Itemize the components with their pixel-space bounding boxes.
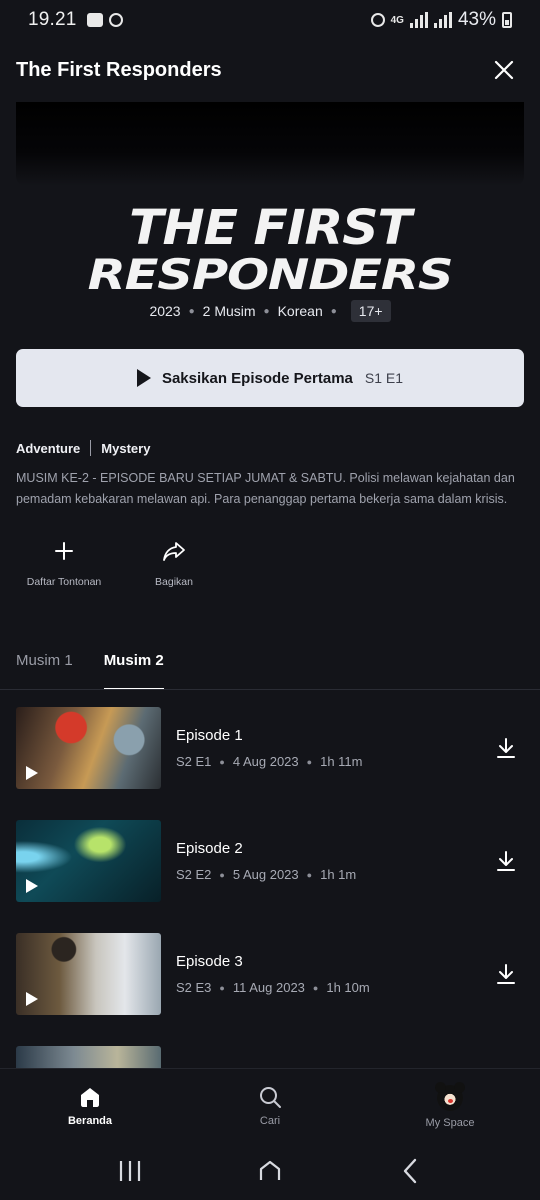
episode-meta: S2 E1 ● 4 Aug 2023 ● 1h 11m [176, 754, 363, 769]
action-row: Daftar Tontonan Bagikan [16, 538, 214, 588]
episode-code: S2 E1 [176, 754, 212, 769]
status-time: 19.21 [28, 9, 77, 30]
nav-my-space-label: My Space [425, 1117, 475, 1129]
download-icon [497, 851, 515, 871]
download-icon [497, 738, 515, 758]
header: The First Responders [16, 50, 524, 90]
home-button[interactable] [240, 1151, 300, 1191]
download-icon [497, 964, 515, 984]
play-icon [26, 992, 38, 1006]
signal-icon-2 [433, 12, 452, 28]
app-notification-icon [108, 13, 123, 27]
hero-image [16, 102, 524, 186]
episode-thumbnail[interactable] [16, 933, 161, 1015]
signal-icon [409, 12, 428, 28]
battery-icon [502, 12, 512, 28]
logo-line-1: THE FIRST [129, 200, 412, 256]
watch-button-label: Saksikan Episode Pertama [161, 369, 353, 387]
tab-season-1[interactable]: Musim 1 [16, 640, 73, 690]
episode-duration: 1h 10m [326, 980, 370, 995]
home-icon [81, 1088, 99, 1107]
share-label: Bagikan [155, 576, 193, 588]
episode-thumbnail[interactable] [16, 1046, 161, 1068]
close-icon [494, 60, 514, 80]
play-icon [136, 369, 151, 387]
alarm-icon [370, 13, 385, 27]
network-type: 4G [390, 14, 404, 26]
recent-apps-button[interactable] [100, 1151, 160, 1191]
play-icon [26, 766, 38, 780]
nav-home-label: Beranda [67, 1115, 113, 1127]
avatar [435, 1082, 465, 1111]
back-icon [403, 1158, 417, 1184]
watchlist-label: Daftar Tontonan [26, 576, 102, 588]
plus-icon [55, 542, 73, 560]
nav-search-label: Cari [259, 1115, 281, 1127]
genre-list: Adventure Mystery [16, 440, 150, 456]
battery-percent: 43% [457, 9, 496, 30]
meta-language: Korean [277, 303, 323, 319]
genre-divider [90, 440, 92, 456]
episode-title: Episode 2 [176, 840, 243, 857]
tab-season-2[interactable]: Musim 2 [103, 640, 164, 690]
logo-line-2: RESPONDERS [87, 250, 454, 299]
age-rating-badge: 17+ [350, 300, 391, 322]
play-icon [26, 879, 38, 893]
season-tabs: Musim 1 Musim 2 [16, 640, 164, 690]
episode-thumbnail[interactable] [16, 707, 161, 789]
recent-apps-icon [119, 1161, 141, 1181]
genre-item: Mystery [101, 440, 151, 456]
share-button[interactable]: Bagikan [134, 538, 214, 588]
nav-my-space[interactable]: My Space [360, 1069, 540, 1142]
episode-code: S2 E2 [176, 867, 212, 882]
episode-date: 11 Aug 2023 [232, 980, 305, 995]
episode-title: Episode 1 [176, 727, 243, 744]
nav-home[interactable]: Beranda [0, 1069, 180, 1142]
episode-meta: S2 E2 ● 5 Aug 2023 ● 1h 1m [176, 867, 357, 882]
show-description: MUSIM KE-2 - EPISODE BARU SETIAP JUMAT &… [16, 471, 515, 506]
back-button[interactable] [380, 1151, 440, 1191]
add-watchlist-button[interactable]: Daftar Tontonan [16, 538, 112, 588]
close-button[interactable] [484, 50, 524, 90]
watch-first-episode-button[interactable]: Saksikan Episode Pertama S1 E1 [16, 349, 524, 407]
episode-row[interactable]: Episode 1 S2 E1 ● 4 Aug 2023 ● 1h 11m [16, 707, 526, 789]
episode-thumbnail[interactable] [16, 820, 161, 902]
nav-search[interactable]: Cari [180, 1069, 360, 1142]
episode-title: Episode 3 [176, 953, 243, 970]
page-title: The First Responders [16, 58, 222, 81]
meta-year: 2023 [149, 303, 181, 319]
status-bar: 19.21 4G 43% [0, 0, 540, 40]
genre-item: Adventure [16, 440, 81, 456]
episode-duration: 1h 11m [320, 754, 363, 769]
watch-button-episode: S1 E1 [364, 370, 404, 386]
episode-row[interactable]: Episode 3 S2 E3 ● 11 Aug 2023 ● 1h 10m [16, 933, 526, 1015]
episode-row[interactable]: Episode 2 S2 E2 ● 5 Aug 2023 ● 1h 1m [16, 820, 526, 902]
message-notification-icon [86, 13, 103, 27]
episode-duration: 1h 1m [320, 867, 357, 882]
episode-date: 5 Aug 2023 [232, 867, 299, 882]
bottom-navigation: Beranda Cari My Space [0, 1068, 540, 1142]
tabs-divider [0, 689, 540, 690]
download-button[interactable] [486, 954, 526, 994]
episode-meta: S2 E3 ● 11 Aug 2023 ● 1h 10m [176, 980, 370, 995]
download-button[interactable] [486, 728, 526, 768]
search-icon [260, 1087, 281, 1108]
episode-date: 4 Aug 2023 [232, 754, 299, 769]
home-outline-icon [259, 1160, 281, 1180]
show-meta: 2023 ● 2 Musim ● Korean ● 17+ [0, 300, 540, 322]
episode-row-partial[interactable] [16, 1046, 526, 1068]
download-button[interactable] [486, 841, 526, 881]
share-icon [163, 542, 185, 561]
show-logo: THE FIRST RESPONDERS [0, 204, 540, 296]
meta-seasons: 2 Musim [202, 303, 256, 319]
episode-code: S2 E3 [176, 980, 212, 995]
system-navigation [0, 1142, 540, 1200]
